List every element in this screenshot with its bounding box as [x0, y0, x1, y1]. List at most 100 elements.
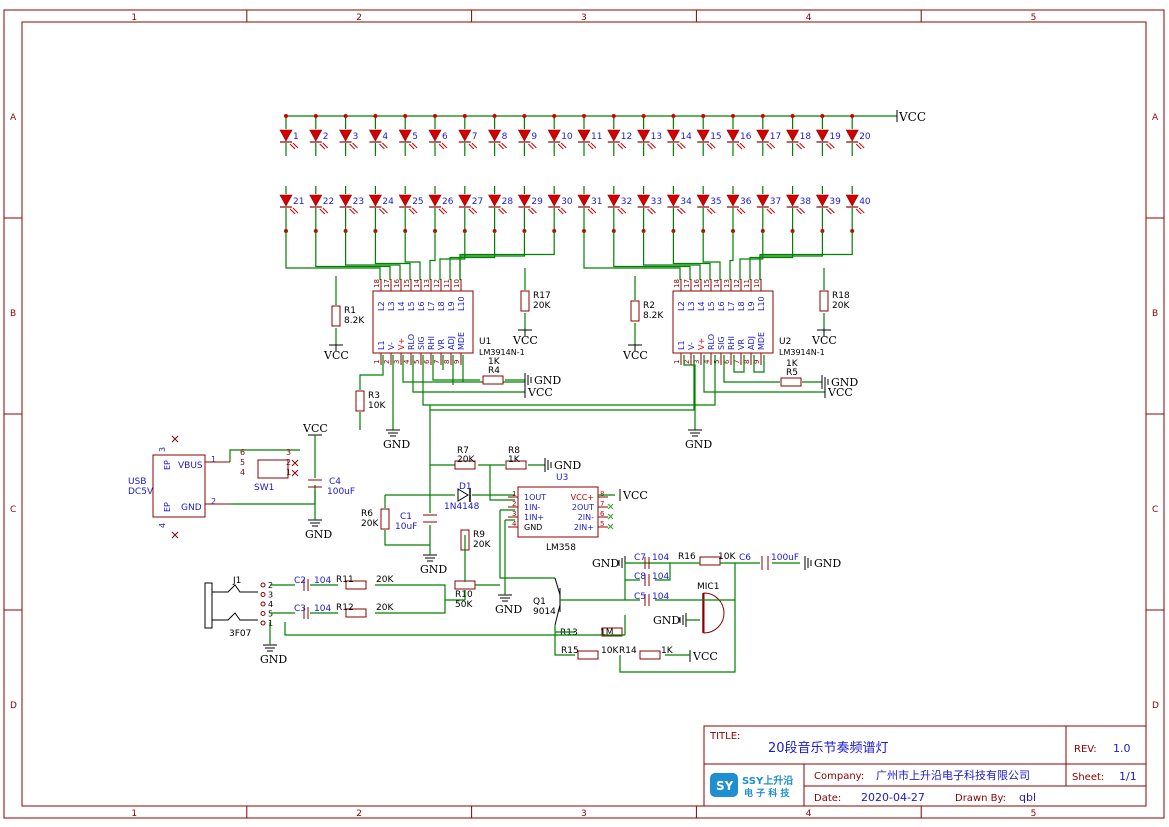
pin-label: L6 — [417, 301, 426, 311]
resistor-value: 10K — [368, 401, 386, 411]
resistor-ref: R17 — [533, 291, 551, 301]
led-label: 16 — [740, 132, 752, 142]
frame-col-label: 5 — [1031, 809, 1037, 819]
led: 35 — [696, 186, 722, 233]
pin-label: MDE — [457, 332, 466, 350]
led-label: 5 — [412, 132, 418, 142]
led: 19 — [815, 114, 841, 156]
led: 3 — [339, 114, 358, 156]
resistor-ref: R16 — [678, 552, 696, 562]
resistor-ref: R4 — [488, 366, 500, 376]
svg-text:104: 104 — [652, 592, 669, 602]
svg-text:104: 104 — [652, 572, 669, 582]
pin-label: L10 — [757, 296, 766, 311]
pin-number: 8 — [443, 360, 451, 364]
pin-number: 16 — [393, 279, 401, 288]
svg-text:DC5V: DC5V — [128, 487, 154, 497]
frame-row-label: D — [1152, 701, 1159, 711]
svg-text:C8: C8 — [634, 572, 646, 582]
led: 13 — [637, 114, 662, 156]
pin-number: 18 — [373, 279, 381, 288]
pin-label: SIG — [717, 336, 726, 350]
title-label: TITLE: — [709, 731, 740, 742]
resistor-r15: R15 10K — [561, 646, 619, 660]
pin-label: L4 — [697, 301, 706, 311]
svg-text:GND: GND — [181, 503, 202, 513]
resistor-ref: R13 — [560, 628, 578, 638]
led-label: 12 — [621, 132, 632, 142]
pin-label: RLO — [407, 334, 416, 350]
pin-label: V- — [387, 342, 396, 350]
svg-text:2: 2 — [286, 458, 291, 467]
pin-number: 5 — [268, 610, 273, 619]
part-ref: U2 — [779, 337, 791, 347]
led: 10 — [547, 114, 573, 156]
pin-number: 18 — [673, 279, 681, 288]
pin-label: RLO — [707, 334, 716, 350]
led: 21 — [279, 186, 304, 233]
pin-number: 9 — [453, 360, 461, 364]
led: 20 — [845, 114, 871, 156]
frame-col-label: 1 — [131, 13, 137, 23]
u2-lm3914: L218L317L416L515L614L713L812L911L1010L11… — [672, 279, 825, 365]
frame-row-label: A — [10, 113, 17, 123]
gnd-label: GND — [554, 459, 581, 472]
pin-number: 13 — [723, 279, 731, 288]
led-label: 31 — [591, 197, 602, 207]
led-label: 2 — [323, 132, 329, 142]
svg-text:C7: C7 — [634, 553, 646, 563]
led: 12 — [607, 114, 632, 156]
pin-number: 4 — [403, 359, 411, 364]
pin-number: 15 — [703, 279, 711, 288]
led-label: 39 — [829, 197, 841, 207]
frame-col-label: 4 — [806, 809, 812, 819]
sheet-label: Sheet: — [1072, 772, 1104, 783]
gnd-label: GND — [495, 603, 522, 616]
pin-number: 5 — [713, 360, 721, 364]
led-label: 35 — [710, 197, 721, 207]
pin-label: L7 — [427, 301, 436, 311]
svg-text:3: 3 — [286, 448, 291, 457]
led-label: 29 — [531, 197, 543, 207]
led: 22 — [309, 186, 334, 233]
gnd-label: GND — [814, 557, 841, 570]
pin-number: 13 — [423, 279, 431, 288]
gnd-label: GND — [420, 563, 447, 576]
svg-text:MIC1: MIC1 — [697, 582, 719, 592]
led-label: 10 — [561, 132, 573, 142]
pin-number: 15 — [403, 279, 411, 288]
title-text: 20段音乐节奏频谱灯 — [768, 740, 889, 756]
led: 9 — [517, 114, 537, 156]
pin-label: RHI — [727, 336, 736, 350]
svg-text:EP: EP — [163, 460, 172, 470]
led-label: 4 — [382, 132, 388, 142]
pin-number: 17 — [683, 279, 691, 288]
resistor-ref: R6 — [361, 509, 373, 519]
pin-number: 4 — [268, 600, 273, 609]
led-label: 20 — [859, 132, 871, 142]
resistor-value: 20K — [533, 301, 551, 311]
resistor-value: 20K — [832, 301, 850, 311]
pin-number: 14 — [413, 279, 421, 288]
led: 5 — [398, 114, 418, 156]
pin-label: L9 — [447, 301, 456, 311]
pin-number: 17 — [383, 279, 391, 288]
resistor-r7: R720K — [454, 446, 476, 470]
pin-label: L8 — [737, 301, 746, 311]
rev-label: REV: — [1074, 744, 1097, 755]
vcc-label: VCC — [622, 489, 648, 502]
svg-text:C4: C4 — [329, 477, 341, 487]
pin-label: SIG — [417, 336, 426, 350]
resistor-r6: R620K — [361, 508, 390, 530]
pin-number: 3 — [268, 591, 273, 600]
svg-text:104: 104 — [314, 576, 331, 586]
led: 33 — [637, 186, 662, 233]
pin-label: VR — [437, 339, 446, 350]
pin-number: 11 — [743, 279, 751, 288]
frame-row-label: C — [1152, 505, 1158, 515]
resistor-r13: R13 1M — [560, 627, 623, 638]
svg-text:100uF: 100uF — [771, 553, 799, 563]
led: 31 — [577, 186, 602, 233]
led-label: 17 — [770, 132, 781, 142]
led: 25 — [398, 186, 424, 233]
